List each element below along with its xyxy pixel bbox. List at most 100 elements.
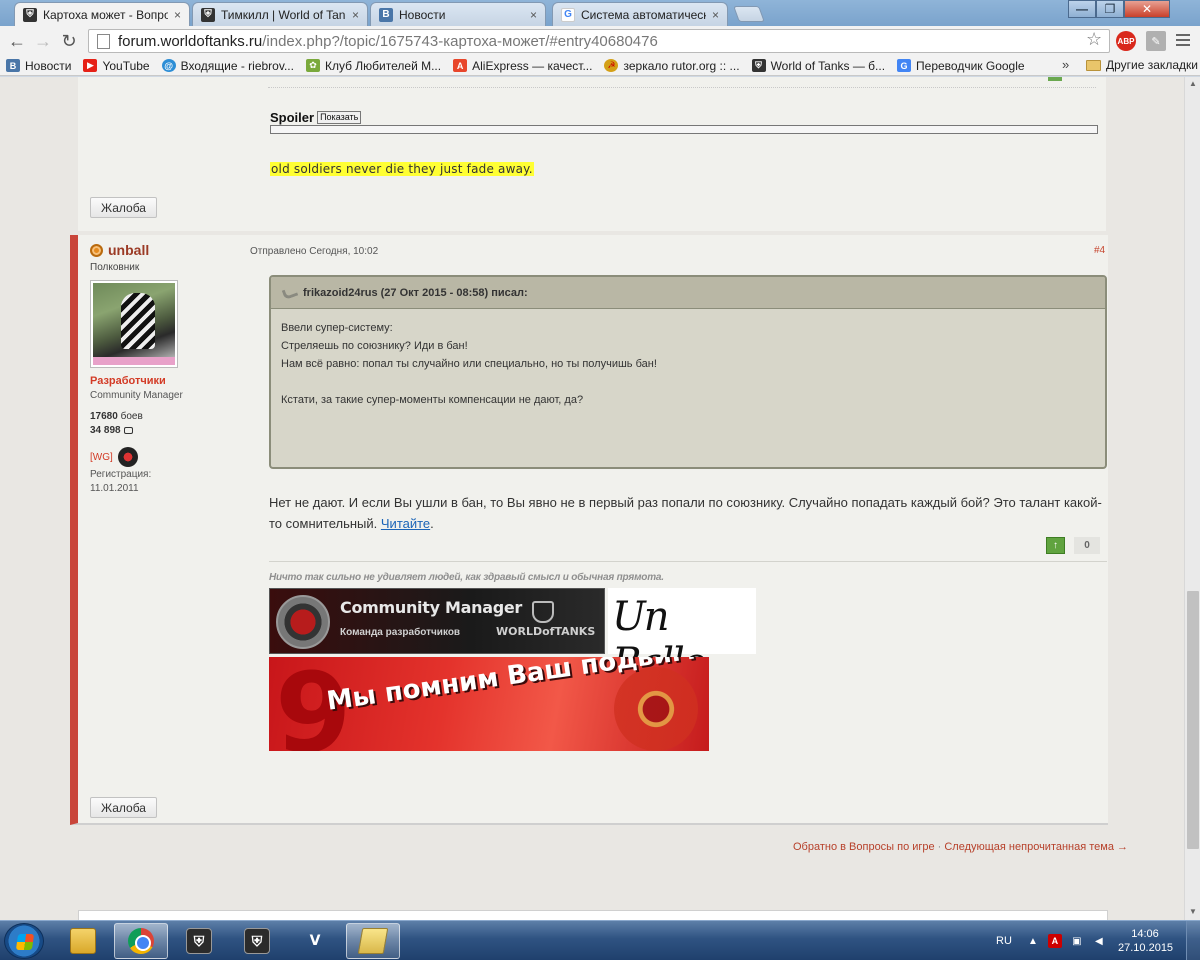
author-title: Community Manager [90, 390, 183, 401]
back-button[interactable]: ← [6, 30, 28, 52]
scroll-down-icon[interactable]: ▼ [1189, 907, 1197, 916]
author-post-count: 34 898 [90, 425, 133, 436]
bookmark-news[interactable]: В Новости [6, 59, 71, 73]
scroll-thumb[interactable] [1187, 591, 1199, 849]
taskbar-folder[interactable] [346, 923, 400, 959]
folder-icon [1086, 59, 1101, 71]
quote-line: Стреляешь по союзнику? Иди в бан! [281, 340, 468, 352]
scroll-up-icon[interactable]: ▲ [1189, 79, 1197, 88]
spoiler-box [270, 125, 1098, 134]
browser-tabstrip: ⛨ Картоха может - Вопросы × ⛨ Тимкилл | … [0, 0, 1200, 26]
pdf-icon[interactable]: A [1047, 934, 1062, 948]
close-icon[interactable]: × [712, 8, 719, 22]
new-tab-button[interactable] [733, 6, 765, 22]
network-icon[interactable]: ▣ [1070, 934, 1084, 948]
quote-arrow-icon[interactable] [281, 285, 299, 300]
taskbar-explorer[interactable] [56, 923, 110, 959]
tank-shield-icon [532, 601, 554, 623]
page-viewport: Spoiler Показать old soldiers never die … [0, 77, 1184, 920]
post-body: Нет не дают. И если Вы ушли в бан, то Вы… [269, 495, 1102, 531]
wot-icon: ⛨ [751, 59, 766, 72]
volume-icon[interactable]: ◀ [1092, 934, 1106, 948]
bookmark-youtube[interactable]: ▶ YouTube [83, 59, 150, 73]
bookmark-inbox[interactable]: @ Входящие - riebrov... [161, 59, 294, 73]
club-icon: ✿ [305, 59, 320, 72]
windows-taskbar: ⛨ ⛨ V RU ▲ A ▣ ◀ 14:06 27.10.2015 [0, 920, 1200, 960]
start-button[interactable] [4, 923, 44, 959]
signature-image: Un Ballo [608, 588, 756, 686]
clan-emblem-icon [117, 447, 138, 467]
victory-day-banner[interactable]: 9 Мы помним Ваш подвиг! [269, 657, 709, 751]
wot-icon: ⛨ [186, 928, 212, 954]
signature-quote: Ничто так сильно не удивляет людей, как … [269, 572, 664, 583]
tab-title: Картоха может - Вопросы [43, 7, 168, 22]
wot-shield-icon: ⛨ [201, 7, 215, 22]
author-panel: unball Полковник Разработчики Community … [78, 235, 223, 823]
clock[interactable]: 14:06 27.10.2015 [1118, 927, 1173, 955]
menu-icon[interactable] [1176, 34, 1190, 49]
author-battles: 17680 боев [90, 411, 143, 422]
comment-bubble-icon [123, 427, 133, 434]
tab-active[interactable]: ⛨ Картоха может - Вопросы × [14, 2, 190, 26]
bookmarks-bar: В Новости ▶ YouTube @ Входящие - riebrov...… [0, 56, 1200, 76]
maximize-button[interactable]: ❐ [1096, 0, 1124, 18]
page-scrollbar[interactable]: ▲ ▼ [1184, 77, 1200, 920]
show-desktop-button[interactable] [1186, 921, 1200, 960]
read-link[interactable]: Читайте [381, 516, 430, 531]
url-path: /index.php?/topic/1675743-картоха-может/… [262, 32, 658, 50]
close-icon[interactable]: × [174, 8, 181, 22]
registration-label: Регистрация: [90, 469, 152, 480]
taskbar-chrome[interactable] [114, 923, 168, 959]
close-icon[interactable]: × [352, 8, 359, 22]
close-icon[interactable]: × [530, 8, 537, 22]
tab-news[interactable]: В Новости × [370, 2, 546, 26]
taskbar-wot-game[interactable]: ⛨ [230, 923, 284, 959]
signature-text: old soldiers never die they just fade aw… [270, 162, 534, 176]
bookmark-rutor[interactable]: ☭ зеркало rutor.org :: ... [604, 59, 740, 73]
address-bar[interactable]: forum.worldoftanks.ru /index.php?/topic/… [88, 29, 1110, 53]
chrome-icon [128, 928, 154, 954]
close-window-button[interactable]: ✕ [1124, 0, 1170, 18]
bookmark-translate[interactable]: G Переводчик Google [897, 59, 1025, 73]
other-bookmarks-button[interactable]: Другие закладки [1086, 58, 1198, 72]
youtube-icon: ▶ [83, 59, 98, 72]
bookmarks-more-button[interactable]: » [1062, 57, 1069, 72]
clan-tag[interactable]: [WG] [90, 447, 138, 467]
online-status-icon [90, 243, 103, 257]
wot-shield-icon: ⛨ [23, 7, 37, 22]
minimize-button[interactable]: — [1068, 0, 1096, 18]
bookmark-aliexpress[interactable]: A AliExpress — качест... [453, 59, 592, 73]
complaint-button[interactable]: Жалоба [90, 197, 157, 218]
reload-button[interactable]: ↻ [58, 30, 80, 52]
language-indicator[interactable]: RU [996, 935, 1012, 947]
taskbar-v-app[interactable]: V [288, 923, 342, 959]
avatar[interactable] [90, 280, 178, 368]
wg-logo-icon [276, 595, 330, 649]
quote-line: Нам всё равно: попал ты случайно или спе… [281, 358, 657, 370]
back-to-forum-link[interactable]: Обратно в Вопросы по игре [793, 841, 935, 853]
bookmark-club[interactable]: ✿ Клуб Любителей М... [305, 59, 441, 73]
forward-button[interactable]: → [32, 30, 54, 52]
tab-system[interactable]: G Система автоматической × [552, 2, 728, 26]
tray-expand-icon[interactable]: ▲ [1026, 934, 1040, 948]
complaint-button[interactable]: Жалоба [90, 797, 157, 818]
bookmark-star-icon[interactable]: ☆ [1086, 29, 1102, 50]
post-number-link[interactable]: #4 [1094, 245, 1105, 256]
author-name[interactable]: unball [90, 242, 149, 258]
v-logo-icon: V [309, 933, 321, 949]
extension-icon[interactable]: ✎ [1146, 31, 1166, 51]
spoiler-show-button[interactable]: Показать [317, 111, 362, 124]
adblock-icon[interactable]: ABP [1116, 31, 1136, 51]
quote-line: Кстати, за такие супер-моменты компенсац… [281, 394, 584, 406]
forum-post: unball Полковник Разработчики Community … [70, 235, 1108, 825]
bookmark-wot[interactable]: ⛨ World of Tanks — б... [751, 59, 885, 73]
bottom-panel [78, 910, 1108, 920]
tab-teamkill[interactable]: ⛨ Тимкилл | World of Tanks × [192, 2, 368, 26]
taskbar-wot-launcher[interactable]: ⛨ [172, 923, 226, 959]
next-unread-link[interactable]: Следующая непрочитанная тема → [944, 841, 1128, 853]
quote-body: Ввели супер-систему: Стреляешь по союзни… [271, 309, 1105, 419]
vote-up-button[interactable] [1048, 77, 1062, 81]
vote-up-button[interactable]: ↑ [1046, 537, 1065, 554]
registration-date: 11.01.2011 [90, 483, 139, 494]
vk-icon: В [379, 7, 393, 22]
